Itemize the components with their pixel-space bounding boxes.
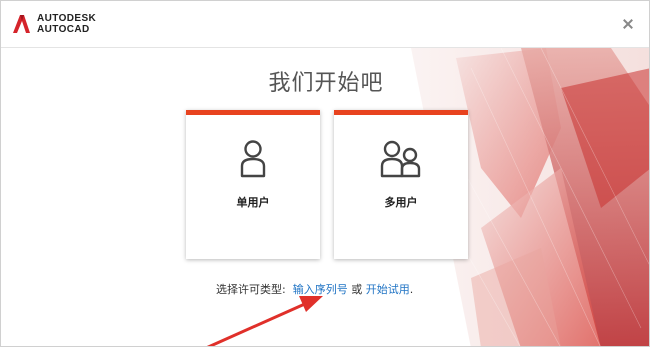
autocad-license-window: AUTODESK AUTOCAD 我们开始吧 单用户 多用户 选择许可类型: 输… [0,0,650,347]
annotation-arrow [206,296,323,346]
